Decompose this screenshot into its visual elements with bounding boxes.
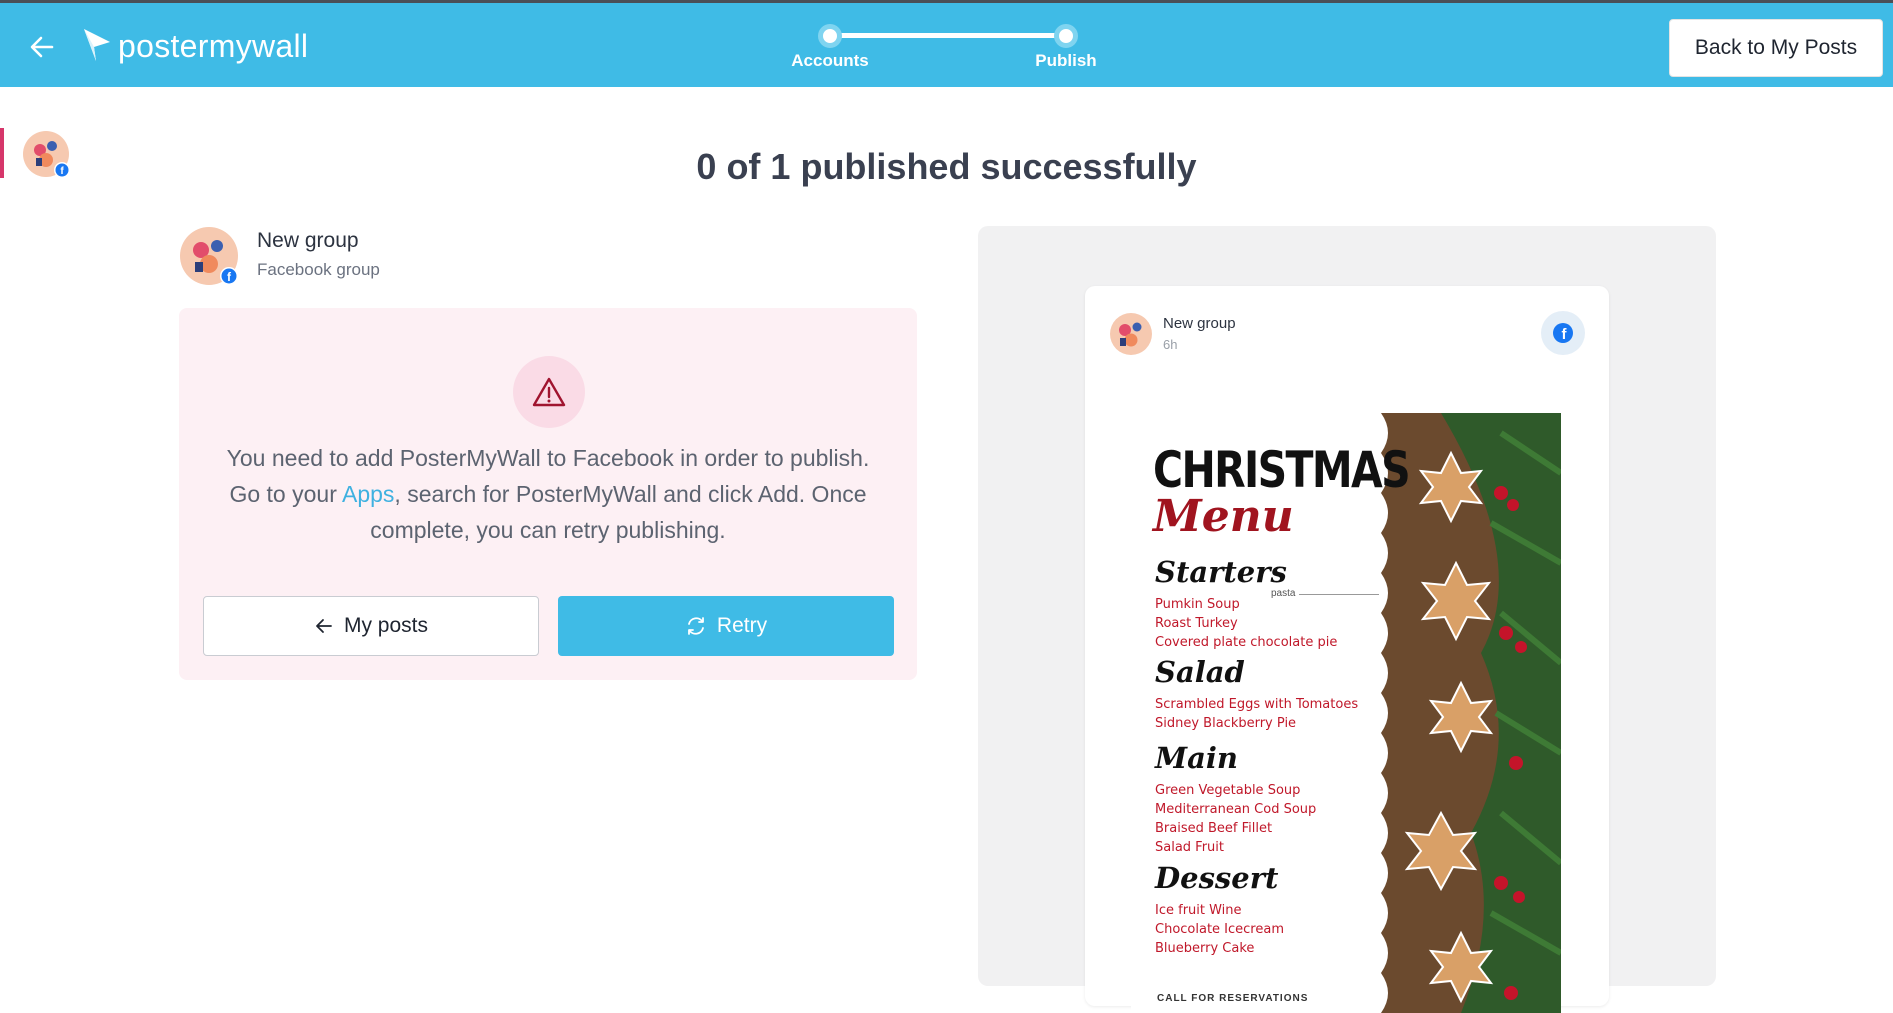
- preview-account-name: New group: [1163, 315, 1236, 332]
- step-dot-publish[interactable]: [1054, 24, 1078, 48]
- apps-link[interactable]: Apps: [342, 481, 394, 507]
- menu-item: Braised Beef Fillet: [1155, 821, 1273, 836]
- retry-label: Retry: [716, 614, 768, 637]
- gingerbread-photo: [1381, 413, 1561, 1013]
- menu-item: Green Vegetable Soup: [1155, 783, 1301, 798]
- section-heading: Salad: [1155, 655, 1245, 689]
- logo-mark-icon: [82, 25, 112, 68]
- my-posts-button[interactable]: My posts: [203, 596, 539, 656]
- menu-item: Mediterranean Cod Soup: [1155, 802, 1317, 817]
- christmas-menu-poster: CHRISTMAS Menu pasta Starters Pumkin Sou…: [1131, 413, 1561, 1013]
- step-label-publish[interactable]: Publish: [1035, 51, 1096, 71]
- retry-button[interactable]: Retry: [558, 596, 894, 656]
- preview-post-time: 6h: [1163, 337, 1178, 352]
- facebook-post-preview: New group 6h f CHRISTMAS Menu pasta Star…: [1085, 286, 1609, 1013]
- pasta-divider: [1299, 594, 1379, 595]
- account-avatar: f: [179, 226, 239, 286]
- section-heading: Dessert: [1155, 861, 1279, 895]
- logo-text: postermywall: [118, 28, 309, 64]
- menu-item: Salad Fruit: [1155, 840, 1225, 855]
- stepper-line: [830, 33, 1066, 38]
- step-label-accounts[interactable]: Accounts: [791, 51, 868, 71]
- post-preview-panel: New group 6h f CHRISTMAS Menu pasta Star…: [978, 226, 1716, 1013]
- preview-account-avatar: [1109, 312, 1153, 356]
- poster-subtitle: Menu: [1153, 491, 1294, 542]
- back-to-my-posts-button[interactable]: Back to My Posts: [1669, 19, 1883, 77]
- menu-item: Roast Turkey: [1155, 616, 1238, 631]
- refresh-icon: [685, 615, 707, 637]
- my-posts-label: My posts: [343, 614, 429, 637]
- error-message-text-2: , search for PosterMyWall and click Add.…: [370, 481, 867, 543]
- account-type: Facebook group: [257, 260, 380, 279]
- arrow-left-icon: [314, 616, 334, 636]
- back-arrow-icon[interactable]: [26, 31, 58, 63]
- menu-item: Ice fruit Wine: [1155, 903, 1242, 918]
- error-message: You need to add PosterMyWall to Facebook…: [219, 440, 877, 548]
- menu-item: Chocolate Icecream: [1155, 922, 1284, 937]
- menu-item: Covered plate chocolate pie: [1155, 635, 1338, 650]
- publish-status-headline: 0 of 1 published successfully: [696, 146, 1197, 187]
- menu-item: Sidney Blackberry Pie: [1155, 716, 1297, 731]
- progress-stepper: Accounts Publish: [790, 23, 1097, 73]
- publish-error-card: You need to add PosterMyWall to Facebook…: [179, 308, 917, 680]
- top-bar: postermywall Accounts Publish Back to My…: [0, 0, 1893, 87]
- account-name: New group: [257, 229, 359, 252]
- facebook-icon: f: [1541, 311, 1585, 355]
- menu-item: Pumkin Soup: [1155, 597, 1240, 612]
- pasta-label: pasta: [1271, 588, 1296, 599]
- poster-footer: CALL FOR RESERVATIONS: [1157, 993, 1309, 1004]
- menu-item: Scrambled Eggs with Tomatoes: [1155, 697, 1359, 712]
- warning-icon: [513, 356, 585, 428]
- section-heading: Starters: [1155, 555, 1287, 589]
- postermywall-logo[interactable]: postermywall: [82, 25, 308, 68]
- section-heading: Main: [1155, 741, 1238, 775]
- menu-item: Blueberry Cake: [1155, 941, 1255, 956]
- step-dot-accounts[interactable]: [818, 24, 842, 48]
